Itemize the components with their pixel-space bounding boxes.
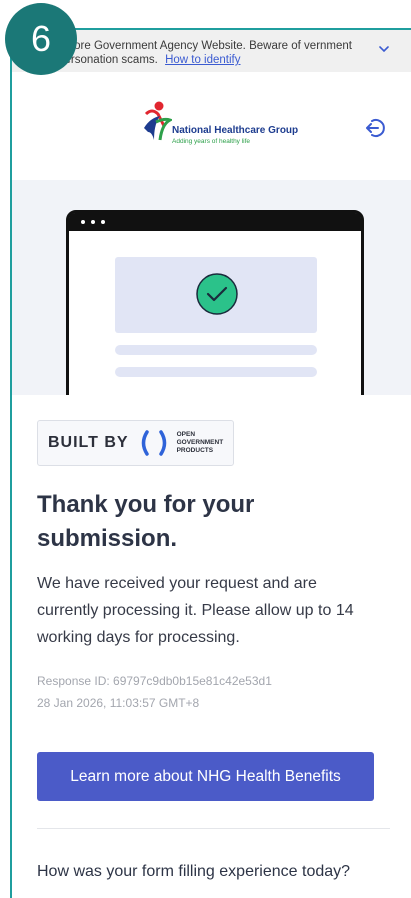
divider	[37, 828, 390, 829]
response-timestamp: 28 Jan 2026, 11:03:57 GMT+8	[37, 696, 200, 710]
logout-icon[interactable]	[364, 117, 386, 139]
step-badge: 6	[5, 3, 77, 75]
confirmation-title: Thank you for your submission.	[37, 491, 255, 552]
logo-name: National Healthcare Group	[172, 125, 299, 136]
response-id: Response ID: 69797c9db0b15e81c42e53d1	[37, 674, 272, 688]
page-header: National Healthcare Group Adding years o…	[12, 72, 411, 180]
success-illustration	[12, 180, 411, 395]
ogp-line2: GOVERNMENT	[176, 439, 224, 446]
how-to-identify-link[interactable]: How to identify	[165, 54, 240, 66]
ogp-logo-icon: OPEN GOVERNMENT PRODUCTS	[137, 429, 224, 457]
ogp-line3: PRODUCTS	[176, 447, 214, 454]
browser-frame: ingapore Government Agency Website. Bewa…	[10, 28, 411, 898]
nhg-logo-mark	[144, 101, 174, 141]
confirmation-message: We have received your request and are cu…	[37, 575, 354, 646]
device-illustration	[66, 210, 364, 395]
ogp-line1: OPEN	[176, 431, 196, 438]
built-by-ogp-badge[interactable]: BUILT BY OPEN GOVERNMENT PRODUCTS	[37, 420, 234, 466]
nhg-logo: National Healthcare Group Adding years o…	[142, 98, 298, 158]
response-meta: Response ID: 69797c9db0b15e81c42e53d1 28…	[37, 670, 382, 714]
logo-tagline: Adding years of healthy life	[172, 138, 251, 145]
learn-more-button[interactable]: Learn more about NHG Health Benefits	[37, 752, 374, 801]
chevron-down-icon[interactable]	[377, 42, 391, 56]
built-by-label: BUILT BY	[48, 434, 129, 451]
feedback-question: How was your form filling experience tod…	[37, 863, 351, 880]
illustration-card	[115, 257, 317, 333]
check-circle-icon	[196, 273, 238, 315]
